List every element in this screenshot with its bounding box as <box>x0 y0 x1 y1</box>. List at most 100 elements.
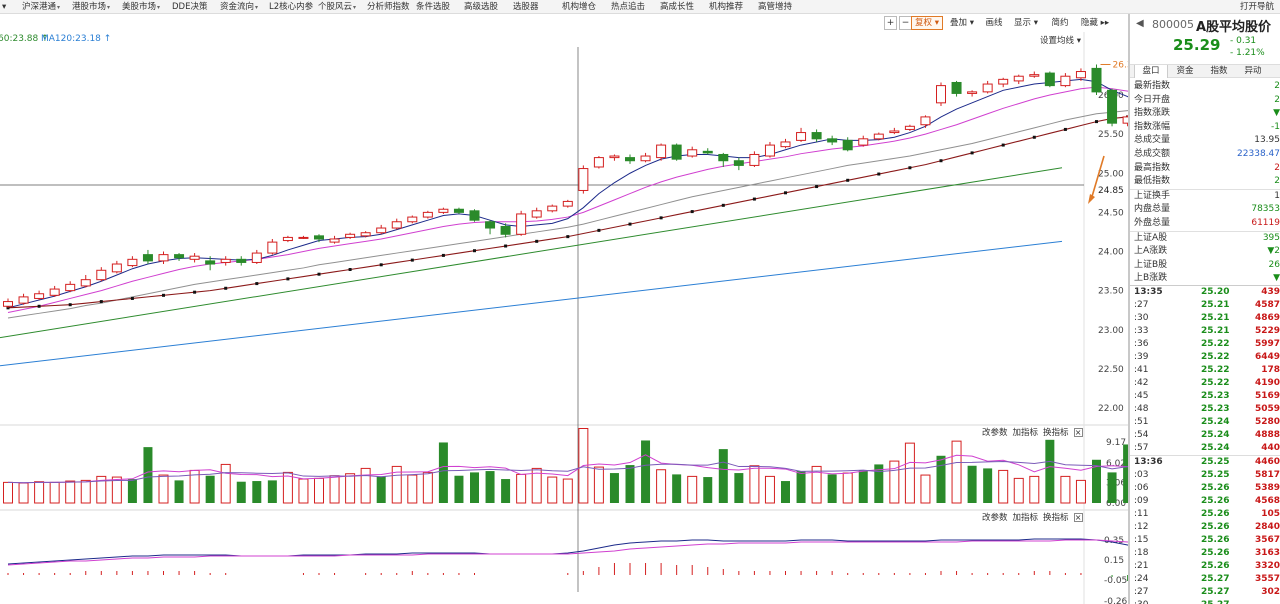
ma30-marker <box>535 239 539 243</box>
ma30-marker <box>224 286 228 290</box>
stat-value: ▼ <box>1273 108 1280 119</box>
price-axis-label: 22.50 <box>1098 365 1124 375</box>
ma30-marker <box>1032 135 1036 139</box>
display-dropdown[interactable]: 显示 ▾ <box>1011 16 1041 30</box>
menu-item-13[interactable]: 高成长性 <box>660 0 694 14</box>
volume-bar <box>672 474 682 503</box>
collapse-arrow-icon[interactable]: ◀ <box>1136 18 1144 29</box>
tick-row: :11 25.26 105 <box>1130 508 1280 521</box>
tick-list[interactable]: 13:35 25.20 439:27 25.21 4587:30 25.21 4869:33… <box>1130 285 1280 604</box>
quote-stats: 最新指数 2 今日开盘 2 指数涨跌 ▼ 指数涨幅 -1 总成交量 13.95 总成交额 22338.… <box>1130 80 1280 286</box>
menu-item-10[interactable]: 选股器 <box>513 0 539 14</box>
tick-time: :27 <box>1134 587 1149 597</box>
candle-body <box>516 213 527 235</box>
stat-value: 395 <box>1262 232 1280 243</box>
macd-change-param-button[interactable]: 改参数 <box>982 513 1008 523</box>
menu-item-9[interactable]: 高级选股 <box>464 0 498 14</box>
tick-volume: 105 <box>1261 509 1280 519</box>
open-navigation-button[interactable]: 打开导航 <box>1240 0 1274 14</box>
tick-price: 25.26 <box>1201 496 1230 506</box>
macd-add-indicator-button[interactable]: 加指标 <box>1013 513 1039 523</box>
volume-change-param-button[interactable]: 改参数 <box>982 428 1008 438</box>
menu-item-15[interactable]: 高管增持 <box>758 0 792 14</box>
stat-value: 13.95 <box>1254 135 1280 146</box>
volume-bar <box>3 481 13 504</box>
tick-price: 25.23 <box>1201 404 1230 414</box>
volume-bar <box>687 475 698 504</box>
price-axis-label: 24.00 <box>1098 248 1124 258</box>
quote-tab-2[interactable]: 指数 <box>1202 65 1236 78</box>
stat-value: 2 <box>1274 94 1280 105</box>
kline-chart[interactable]: 26.0025.5025.0024.5024.0023.5023.0022.50… <box>0 32 1128 604</box>
volume-bar <box>1013 477 1024 504</box>
stat-row: 上证换手 1 <box>1130 190 1280 204</box>
tick-row: :54 25.24 4888 <box>1130 429 1280 442</box>
menu-item-label: 个股风云 <box>318 2 353 12</box>
menu-item-6[interactable]: 个股风云▾ <box>318 0 356 14</box>
menu-item-8[interactable]: 条件选股 <box>416 0 450 14</box>
macd-switch-indicator-button[interactable]: 换指标 <box>1043 513 1069 523</box>
stat-label: 指数涨幅 <box>1134 121 1171 132</box>
tick-time: :03 <box>1134 470 1149 480</box>
fuquan-dropdown[interactable]: 复权 ▾ <box>911 16 943 30</box>
menu-item-3[interactable]: DDE决策 <box>172 0 207 14</box>
stat-label: 总成交量 <box>1134 135 1171 146</box>
ma30-marker <box>1001 143 1005 147</box>
ma60-line <box>0 167 1063 339</box>
quote-tab-1[interactable]: 资金 <box>1168 65 1202 78</box>
volume-switch-indicator-button[interactable]: 换指标 <box>1043 428 1069 438</box>
macd-axis-label: -0.05 <box>1104 576 1127 586</box>
simple-mode-button[interactable]: 简约 <box>1047 16 1073 30</box>
menu-item-1[interactable]: 港股市场▾ <box>72 0 110 14</box>
candle-body <box>920 116 931 126</box>
tick-time: :27 <box>1134 300 1149 310</box>
volume-close-icon[interactable]: × <box>1073 428 1083 437</box>
set-ma-dropdown[interactable]: 设置均线 ▾ <box>1040 34 1081 46</box>
candle-body <box>34 293 45 299</box>
tick-price: 25.22 <box>1201 365 1230 375</box>
security-code: 800005 <box>1152 18 1194 31</box>
ma30-marker <box>286 277 290 281</box>
macd-panel-tools: 改参数 加指标 换指标 × <box>982 511 1083 523</box>
candle-body <box>827 138 838 143</box>
zoom-in-button[interactable]: + <box>884 16 897 30</box>
candle-body <box>609 155 620 159</box>
ma30-marker <box>37 304 41 308</box>
volume-add-indicator-button[interactable]: 加指标 <box>1013 428 1039 438</box>
menu-item-5[interactable]: L2核心内参 <box>269 0 313 14</box>
volume-bar <box>220 463 231 504</box>
menu-item-2[interactable]: 美股市场▾ <box>122 0 160 14</box>
quote-tab-3[interactable]: 异动 <box>1236 65 1270 78</box>
menu-item-0[interactable]: 沪深港通▾ <box>22 0 60 14</box>
macd-close-icon[interactable]: × <box>1073 513 1083 522</box>
candle-body <box>376 227 387 234</box>
stat-row: 总成交额 22338.47 <box>1130 148 1280 162</box>
volume-bar <box>1107 472 1117 503</box>
stat-value: 26 <box>1268 259 1280 270</box>
menu-caret-icon[interactable]: ▾ <box>2 0 6 14</box>
macd-axis-label: -0.26 <box>1104 597 1128 604</box>
hide-panel-button[interactable]: 隐藏 ▸▸ <box>1077 16 1113 30</box>
tick-volume: 178 <box>1261 365 1280 375</box>
menu-item-4[interactable]: 资金流向▾ <box>220 0 258 14</box>
draw-line-button[interactable]: 画线 <box>981 16 1007 30</box>
tick-price: 25.26 <box>1201 509 1230 519</box>
candle-body <box>3 301 13 307</box>
volume-bar <box>625 465 635 503</box>
menu-item-7[interactable]: 分析师指数 <box>367 0 410 14</box>
menu-item-11[interactable]: 机构增仓 <box>562 0 596 14</box>
ma30-marker <box>255 282 259 286</box>
tick-price: 25.26 <box>1201 483 1230 493</box>
quote-panel: ◀ 800005 A股平均股价 25.29 - 0.31 - 1.21% 盘口资… <box>1128 14 1280 604</box>
volume-bar <box>1029 475 1040 504</box>
candle-body <box>18 296 29 304</box>
quote-tab-4[interactable]: 板 <box>1270 65 1280 78</box>
chevron-down-icon: ▾ <box>107 4 111 11</box>
kline-chart-area[interactable]: 26.0025.5025.0024.5024.0023.5023.0022.50… <box>0 32 1128 604</box>
candle-body <box>951 81 962 94</box>
menu-item-12[interactable]: 热点追击 <box>611 0 645 14</box>
tick-volume: 5059 <box>1254 404 1280 414</box>
quote-tab-0[interactable]: 盘口 <box>1134 65 1168 78</box>
menu-item-14[interactable]: 机构推荐 <box>709 0 743 14</box>
overlay-dropdown[interactable]: 叠加 ▾ <box>947 16 977 30</box>
